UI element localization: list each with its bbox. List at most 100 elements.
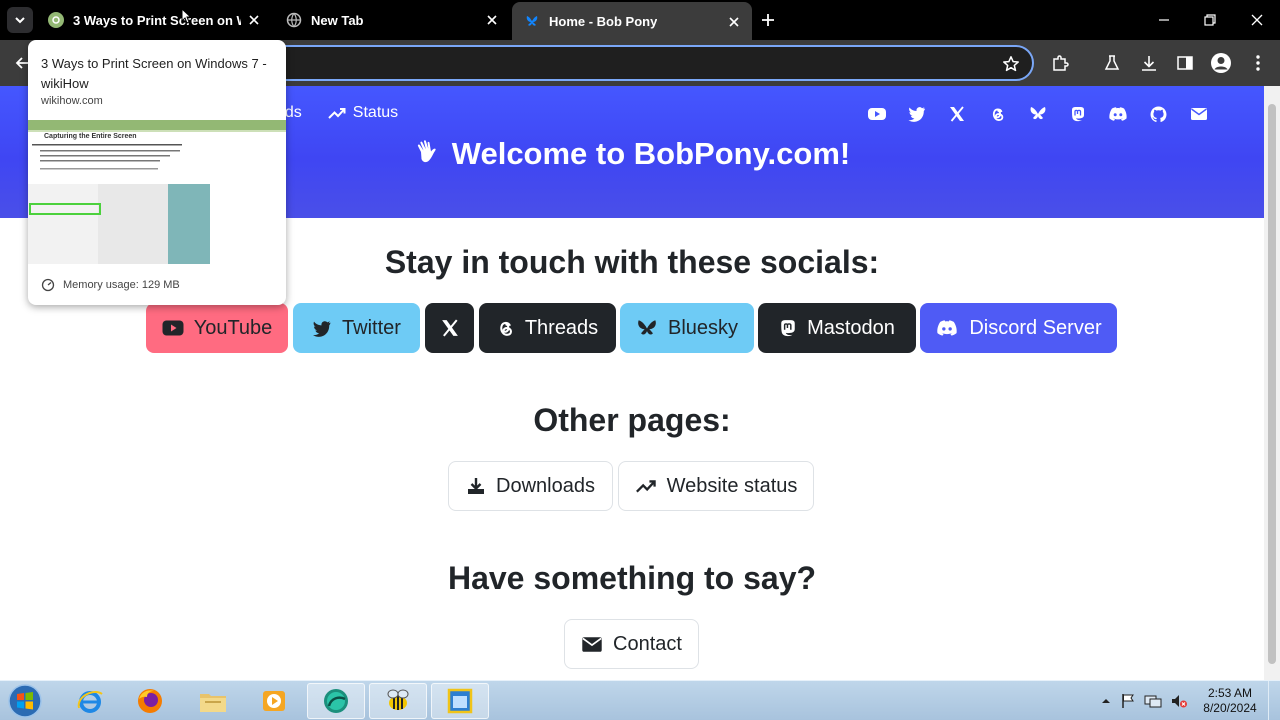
chrome-globe-icon xyxy=(286,12,302,28)
scrollbar-thumb[interactable] xyxy=(1268,104,1276,664)
youtube-icon[interactable] xyxy=(866,103,888,125)
hover-card-thumbnail: Capturing the Entire Screen xyxy=(28,120,286,264)
hover-card-memory: Memory usage: 129 MB xyxy=(41,278,180,292)
hover-card-domain: wikihow.com xyxy=(41,95,103,107)
chevron-up-icon[interactable] xyxy=(1100,693,1112,714)
button-label: Threads xyxy=(524,316,599,339)
threads-icon[interactable] xyxy=(987,103,1009,125)
chevron-down-icon xyxy=(15,17,25,24)
bluesky-icon[interactable] xyxy=(1027,103,1049,125)
window-app-icon[interactable] xyxy=(431,683,489,719)
button-label: Contact xyxy=(613,632,682,655)
site-nav: ads Status xyxy=(276,104,424,122)
volume-muted-icon[interactable] xyxy=(1170,693,1188,714)
mastodon-button[interactable]: Mastodon xyxy=(758,303,916,353)
tab-title: 3 Ways to Print Screen on Windows 7 - wi… xyxy=(73,12,241,28)
action-center-flag-icon[interactable] xyxy=(1120,693,1136,714)
puzzle-icon xyxy=(1053,55,1069,71)
x-button[interactable] xyxy=(425,303,474,353)
button-label: Mastodon xyxy=(807,316,895,339)
button-label: Discord Server xyxy=(969,316,1102,339)
github-icon[interactable] xyxy=(1147,103,1169,125)
page-scrollbar[interactable] xyxy=(1264,86,1280,680)
hover-card-title: 3 Ways to Print Screen on Windows 7 - wi… xyxy=(41,56,267,91)
mail-icon[interactable] xyxy=(1188,103,1210,125)
bluesky-icon xyxy=(524,13,540,29)
file-explorer-icon[interactable] xyxy=(184,683,242,719)
discord-icon[interactable] xyxy=(1107,103,1129,125)
close-icon[interactable] xyxy=(726,14,742,30)
button-label: Downloads xyxy=(496,474,595,497)
side-panel-button[interactable] xyxy=(1173,51,1197,75)
extensions-button[interactable] xyxy=(1048,51,1072,75)
button-label: Website status xyxy=(666,474,798,497)
start-button[interactable] xyxy=(5,683,45,719)
tab-title: Home - Bob Pony xyxy=(549,13,658,29)
nav-status[interactable]: Status xyxy=(328,104,398,122)
bluesky-button[interactable]: Bluesky xyxy=(620,303,754,353)
downloads-button[interactable]: Downloads xyxy=(448,461,613,511)
clock-date: 8/20/2024 xyxy=(1203,701,1257,715)
threads-button[interactable]: Threads xyxy=(479,303,616,353)
website-status-button[interactable]: Website status xyxy=(618,461,814,511)
x-icon[interactable] xyxy=(946,103,968,125)
close-icon[interactable] xyxy=(484,12,500,28)
button-label: YouTube xyxy=(193,316,273,339)
tab-strip: 3 Ways to Print Screen on Windows 7 - wi… xyxy=(0,0,1280,40)
star-icon[interactable] xyxy=(1002,55,1020,78)
plus-icon xyxy=(762,14,774,26)
kebab-menu-icon xyxy=(1256,55,1260,71)
restore-button[interactable] xyxy=(1198,8,1222,32)
memory-usage-text: Memory usage: 129 MB xyxy=(63,279,180,291)
button-label: Twitter xyxy=(342,316,401,339)
flask-icon xyxy=(1104,55,1120,70)
system-tray xyxy=(1100,693,1188,714)
side-panel-icon xyxy=(1177,56,1193,70)
avatar-icon xyxy=(1211,53,1231,73)
download-icon xyxy=(468,478,485,494)
welcome-text: Welcome to BobPony.com! xyxy=(451,136,851,171)
close-window-button[interactable] xyxy=(1245,8,1269,32)
youtube-button[interactable]: YouTube xyxy=(146,303,288,353)
tab-new-tab[interactable]: New Tab xyxy=(278,0,510,40)
profile-button[interactable] xyxy=(1209,51,1233,75)
windows-logo-icon xyxy=(8,684,42,718)
show-desktop-button[interactable] xyxy=(1268,681,1280,720)
labs-button[interactable] xyxy=(1100,51,1124,75)
youtube-icon xyxy=(162,320,184,336)
menu-button[interactable] xyxy=(1246,51,1270,75)
nav-label: Status xyxy=(352,104,399,121)
close-icon[interactable] xyxy=(246,12,262,28)
wikihow-icon xyxy=(48,12,64,28)
contact-button[interactable]: Contact xyxy=(564,619,699,669)
bluesky-icon xyxy=(638,319,656,335)
other-pages-heading: Other pages: xyxy=(533,402,731,438)
minimize-icon xyxy=(1159,19,1169,21)
twitter-icon xyxy=(313,320,331,337)
twitter-button[interactable]: Twitter xyxy=(293,303,420,353)
tab-search-button[interactable] xyxy=(7,7,33,33)
network-icon[interactable] xyxy=(1144,693,1162,714)
chrome-app-icon[interactable] xyxy=(307,683,365,719)
mastodon-icon xyxy=(781,320,795,337)
media-player-icon[interactable] xyxy=(245,683,303,719)
new-tab-button[interactable] xyxy=(758,10,778,30)
header-social-icons xyxy=(866,103,1228,125)
discord-button[interactable]: Discord Server xyxy=(920,303,1117,353)
tab-title: New Tab xyxy=(311,12,364,28)
bee-app-icon[interactable] xyxy=(369,683,427,719)
gauge-icon xyxy=(41,278,55,292)
close-icon xyxy=(1251,14,1263,26)
x-icon xyxy=(441,319,458,337)
tab-wikihow[interactable]: 3 Ways to Print Screen on Windows 7 - wi… xyxy=(40,0,272,40)
tab-bob-pony[interactable]: Home - Bob Pony xyxy=(512,2,752,40)
system-clock[interactable]: 2:53 AM 8/20/2024 xyxy=(1196,686,1264,716)
downloads-button[interactable] xyxy=(1137,51,1161,75)
mastodon-icon[interactable] xyxy=(1067,103,1089,125)
firefox-icon[interactable] xyxy=(121,683,179,719)
twitter-icon[interactable] xyxy=(906,103,928,125)
internet-explorer-icon[interactable] xyxy=(61,683,119,719)
download-icon xyxy=(1142,56,1156,71)
button-label: Bluesky xyxy=(667,316,739,339)
minimize-button[interactable] xyxy=(1152,8,1176,32)
